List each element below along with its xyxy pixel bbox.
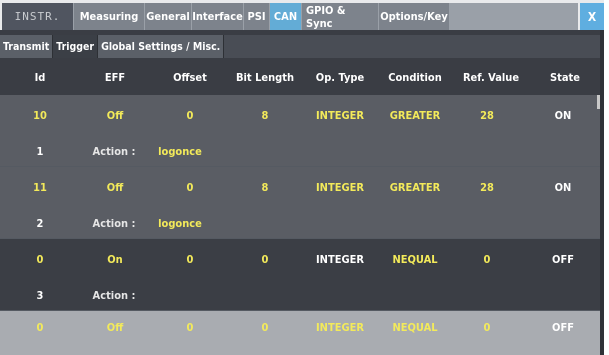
cell-ref-value[interactable]: 0 (484, 321, 491, 334)
cell-condition[interactable]: GREATER (390, 109, 440, 122)
cell-state[interactable]: ON (555, 181, 572, 194)
cell-ref-value[interactable]: 0 (484, 253, 491, 266)
tab-options-key[interactable]: Options/Key (379, 3, 449, 30)
table-row[interactable]: 11 Off 0 8 INTEGER GREATER 28 ON 2 Actio… (0, 167, 600, 239)
window-edge (600, 30, 604, 355)
subtab-trigger[interactable]: Trigger (53, 35, 99, 58)
row-number: 2 (36, 217, 44, 230)
cell-bit-length[interactable]: 8 (262, 181, 269, 194)
cell-state[interactable]: ON (555, 109, 572, 122)
cell-id: 11 (33, 181, 47, 194)
cell-eff[interactable]: Off (107, 181, 123, 194)
cell-state[interactable]: OFF (552, 321, 574, 334)
cell-op-type[interactable]: INTEGER (316, 109, 364, 122)
cell-eff[interactable]: Off (107, 321, 123, 334)
instr-tab[interactable]: INSTR. (2, 3, 73, 30)
table-row-selected[interactable]: 0 Off 0 0 INTEGER NEQUAL 0 OFF (0, 311, 600, 355)
cell-bit-length[interactable]: 8 (262, 109, 269, 122)
cell-ref-value[interactable]: 28 (480, 181, 494, 194)
close-button[interactable]: X (580, 3, 604, 30)
column-header-op-type: Op. Type (315, 71, 365, 84)
table-row[interactable]: 0 On 0 0 INTEGER NEQUAL 0 OFF 3 Action : (0, 239, 600, 311)
cell-condition[interactable]: GREATER (390, 181, 440, 194)
close-icon: X (587, 9, 597, 24)
cell-ref-value[interactable]: 28 (480, 109, 494, 122)
action-value[interactable]: logonce (158, 145, 202, 158)
column-header-state: State (550, 71, 580, 84)
cell-condition[interactable]: NEQUAL (392, 321, 437, 334)
subtab-global-settings[interactable]: Global Settings / Misc. (98, 35, 225, 58)
action-label: Action : (92, 289, 136, 302)
trigger-table: 10 Off 0 8 INTEGER GREATER 28 ON 1 Actio… (0, 95, 600, 355)
action-label: Action : (92, 217, 136, 230)
cell-op-type[interactable]: INTEGER (316, 181, 364, 194)
tab-measuring[interactable]: Measuring (74, 3, 144, 30)
sub-tab-bar: Transmit Trigger Global Settings / Misc. (0, 35, 604, 58)
tab-general[interactable]: General (145, 3, 191, 30)
cell-state[interactable]: OFF (552, 253, 574, 266)
cell-id: 0 (36, 321, 44, 334)
table-header: Id EFF Offset Bit Length Op. Type Condit… (0, 62, 600, 92)
cell-id: 10 (33, 109, 47, 122)
cell-offset[interactable]: 0 (187, 321, 194, 334)
cell-offset[interactable]: 0 (187, 181, 194, 194)
action-value[interactable]: logonce (158, 217, 202, 230)
cell-eff[interactable]: Off (107, 109, 123, 122)
tab-gpio-sync[interactable]: GPIO & Sync (302, 3, 378, 30)
cell-bit-length[interactable]: 0 (262, 253, 269, 266)
tab-interface[interactable]: Interface (192, 3, 243, 30)
tab-psi[interactable]: PSI (244, 3, 269, 30)
column-header-eff: EFF (104, 71, 126, 84)
can-trigger-window: INSTR. Measuring General Interface PSI C… (0, 0, 604, 355)
top-tab-bar: INSTR. Measuring General Interface PSI C… (0, 0, 604, 30)
table-row[interactable]: 10 Off 0 8 INTEGER GREATER 28 ON 1 Actio… (0, 95, 600, 167)
row-number: 1 (36, 145, 44, 158)
action-label: Action : (92, 145, 136, 158)
cell-eff[interactable]: On (107, 253, 122, 266)
column-header-bit-length: Bit Length (235, 71, 295, 84)
cell-offset[interactable]: 0 (187, 253, 194, 266)
row-number: 3 (36, 289, 44, 302)
cell-bit-length[interactable]: 0 (262, 321, 269, 334)
cell-id: 0 (36, 253, 44, 266)
column-header-ref-value: Ref. Value (462, 71, 520, 84)
cell-op-type[interactable]: INTEGER (316, 253, 364, 266)
column-header-offset: Offset (173, 71, 207, 84)
column-header-condition: Condition (388, 71, 442, 84)
cell-condition[interactable]: NEQUAL (392, 253, 437, 266)
subtab-transmit[interactable]: Transmit (0, 35, 54, 58)
column-header-id: Id (34, 71, 46, 84)
cell-offset[interactable]: 0 (187, 109, 194, 122)
cell-op-type[interactable]: INTEGER (316, 321, 364, 334)
tab-can[interactable]: CAN (270, 3, 301, 30)
